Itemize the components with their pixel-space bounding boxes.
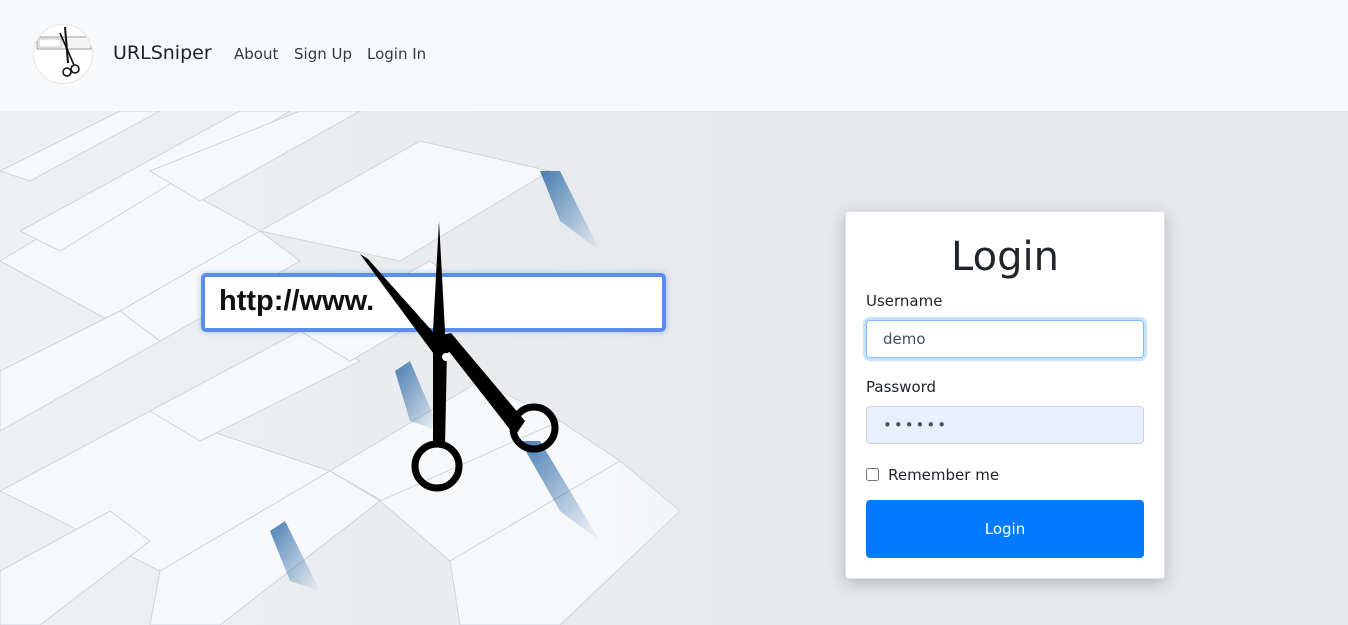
nav-link-sign-up[interactable]: Sign Up — [294, 45, 352, 63]
scissors-icon — [360, 221, 559, 492]
username-label: Username — [866, 292, 943, 310]
password-input[interactable] — [866, 406, 1144, 444]
decor-url-text: http://www. — [219, 285, 375, 317]
remember-me: Remember me — [866, 464, 999, 484]
login-title: Login — [951, 234, 1059, 280]
brand-logo[interactable] — [33, 24, 93, 84]
username-input[interactable] — [866, 320, 1144, 358]
hero-banner: http://www. Login Username Password Reme… — [0, 111, 1348, 625]
nav-link-about[interactable]: About — [234, 45, 278, 63]
scissors-url-logo-icon — [36, 26, 92, 77]
password-label: Password — [866, 378, 937, 396]
login-card: Login Username Password Remember me Logi… — [845, 211, 1165, 579]
remember-me-checkbox[interactable] — [866, 468, 879, 481]
nav-link-login[interactable]: Login In — [367, 45, 426, 63]
navbar: URLSniper About Sign Up Login In — [0, 0, 1348, 111]
brand-name[interactable]: URLSniper — [113, 42, 212, 64]
remember-me-label[interactable]: Remember me — [888, 466, 999, 484]
login-button[interactable]: Login — [866, 500, 1144, 558]
